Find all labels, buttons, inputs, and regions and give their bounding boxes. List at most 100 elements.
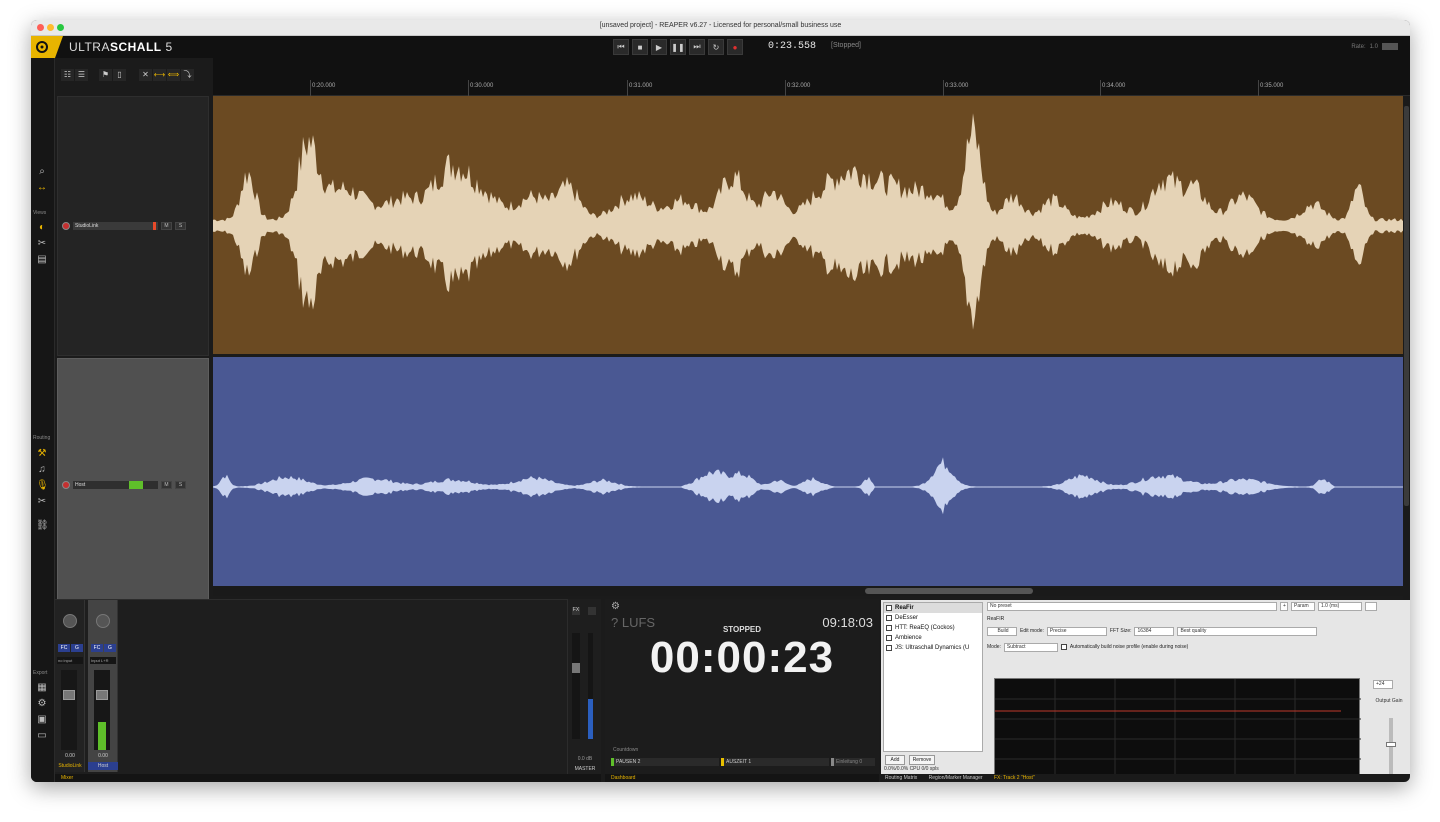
playrate[interactable]: Rate: 1.0 bbox=[1351, 43, 1398, 50]
track-2-mute-button[interactable]: M bbox=[161, 480, 172, 489]
routing-mic-icon[interactable]: 🎙 bbox=[36, 480, 49, 492]
view-setup-icon[interactable]: ◐ bbox=[36, 222, 48, 234]
grid-icon[interactable]: ☷ bbox=[61, 69, 74, 81]
fx-item[interactable]: HTT: ReaEQ (Cockos) bbox=[884, 623, 982, 633]
routing-link-icon[interactable]: ⛓ bbox=[36, 520, 49, 532]
view-edit-icon[interactable]: ✂ bbox=[36, 238, 48, 250]
track-2-name[interactable]: Host bbox=[73, 480, 158, 489]
vertical-scroll-thumb[interactable] bbox=[1404, 106, 1409, 506]
fader-cap[interactable] bbox=[63, 690, 75, 700]
pan-knob[interactable] bbox=[96, 614, 110, 628]
gear-icon[interactable]: ⚙ bbox=[611, 601, 620, 612]
master-fader-cap[interactable] bbox=[572, 663, 580, 673]
fx-enable-checkbox[interactable] bbox=[886, 645, 892, 651]
output-gain-handle[interactable] bbox=[1386, 742, 1396, 747]
region-icon[interactable]: ▯ bbox=[113, 69, 126, 81]
volume-fader[interactable] bbox=[94, 670, 110, 750]
routing-wrench-icon[interactable]: ⚒ bbox=[36, 448, 48, 460]
master-fader[interactable] bbox=[572, 633, 580, 739]
fx-chain-list[interactable]: ReaFir DeEsser HTT: ReaEQ (Cockos) Ambie… bbox=[883, 602, 983, 752]
fx-remove-button[interactable]: Remove bbox=[909, 755, 935, 765]
quality-select[interactable]: Best quality bbox=[1177, 626, 1318, 636]
fft-size-select[interactable]: 16384 bbox=[1134, 626, 1175, 636]
fx-enable-checkbox[interactable] bbox=[886, 615, 892, 621]
fx-window-tab[interactable]: FX: Track 2 "Host" bbox=[994, 775, 1035, 781]
vertical-scrollbar[interactable] bbox=[1403, 96, 1410, 608]
region-manager-tab[interactable]: Region/Marker Manager bbox=[929, 775, 983, 781]
horizontal-scrollbar[interactable] bbox=[213, 586, 1410, 596]
view-storyboard-icon[interactable]: ▤ bbox=[36, 254, 48, 266]
fx-button[interactable]: FC bbox=[58, 644, 70, 652]
preset-add-button[interactable]: + bbox=[1280, 602, 1288, 611]
mixer-strip-studiolink[interactable]: FC G no input 0.00 StudioLink bbox=[55, 600, 85, 772]
track-lane-2[interactable] bbox=[213, 357, 1403, 586]
mode-select[interactable]: Subtract bbox=[1003, 642, 1058, 652]
track-header-1[interactable]: StudioLink M S bbox=[57, 96, 209, 356]
track-1-name[interactable]: StudioLink bbox=[73, 221, 158, 230]
preset-select[interactable]: No preset bbox=[987, 602, 1277, 611]
wet-field[interactable]: 1.0 (ms) bbox=[1318, 602, 1362, 611]
marker-icon[interactable]: ⚑ bbox=[99, 69, 112, 81]
ripple-all-icon[interactable]: ⟺ bbox=[167, 69, 180, 81]
track-header-2[interactable]: Host M S bbox=[57, 358, 209, 608]
input-select[interactable]: no input bbox=[57, 657, 83, 664]
zoom-icon[interactable]: ⌕ bbox=[36, 166, 48, 178]
mixer-tab[interactable]: Mixer bbox=[61, 774, 73, 782]
dashboard-tab[interactable]: Dashboard bbox=[611, 774, 635, 782]
marker-auszeit[interactable]: AUSZEIT 1 bbox=[721, 758, 829, 766]
master-strip[interactable]: FX 0.0 dB MASTER bbox=[567, 599, 601, 774]
fx-add-button[interactable]: Add bbox=[885, 755, 905, 765]
marker-pausen[interactable]: PAUSEN 2 bbox=[611, 758, 719, 766]
pan-knob[interactable] bbox=[63, 614, 77, 628]
param-button[interactable]: Param bbox=[1291, 602, 1315, 611]
fx-enable-checkbox[interactable] bbox=[886, 625, 892, 631]
export-render-icon[interactable]: ▣ bbox=[36, 714, 48, 726]
marker-einleitung[interactable]: Einleitung 0 bbox=[831, 758, 875, 766]
track-1-solo-button[interactable]: S bbox=[175, 221, 186, 230]
routing-music-icon[interactable]: ♫ bbox=[36, 464, 48, 476]
arrange-view[interactable] bbox=[213, 96, 1403, 608]
record-arm-icon[interactable] bbox=[62, 221, 70, 230]
play-icon[interactable]: ▶ bbox=[651, 39, 667, 55]
horizontal-scroll-thumb[interactable] bbox=[865, 588, 1033, 594]
track-2-solo-button[interactable]: S bbox=[175, 480, 186, 489]
output-gain-slider[interactable] bbox=[1386, 718, 1396, 780]
level-field[interactable]: +24 bbox=[1373, 680, 1393, 689]
snap-icon[interactable]: ⤵ bbox=[181, 69, 194, 81]
fx-button[interactable]: FC bbox=[91, 644, 103, 652]
routing-cut-icon[interactable]: ✂ bbox=[36, 496, 48, 508]
split-icon[interactable]: ✕ bbox=[139, 69, 152, 81]
edit-mode-select[interactable]: Precise bbox=[1046, 626, 1107, 636]
repeat-icon[interactable]: ↻ bbox=[708, 39, 724, 55]
fx-item[interactable]: ReaFir bbox=[884, 603, 982, 613]
timeline-ruler[interactable]: 0:20.000 0:30.000 0:31.000 0:32.000 0:33… bbox=[213, 58, 1410, 96]
frequency-graph[interactable] bbox=[994, 678, 1361, 782]
fx-bypass-button[interactable]: G bbox=[104, 644, 116, 652]
record-arm-icon[interactable] bbox=[62, 480, 70, 489]
fx-bypass-button[interactable]: G bbox=[71, 644, 83, 652]
mixer-strip-host[interactable]: FC G Input L+R 0.00 Host bbox=[88, 600, 118, 772]
pause-icon[interactable]: ❚❚ bbox=[670, 39, 686, 55]
fx-item[interactable]: Ambience bbox=[884, 633, 982, 643]
export-chapters-icon[interactable]: ▦ bbox=[36, 682, 48, 694]
fx-enable-checkbox[interactable] bbox=[886, 635, 892, 641]
auto-build-checkbox[interactable] bbox=[1060, 644, 1067, 650]
input-select[interactable]: Input L+R bbox=[90, 657, 116, 664]
fx-bypass-checkbox[interactable] bbox=[1365, 602, 1377, 611]
track-1-mute-button[interactable]: M bbox=[161, 221, 172, 230]
fader-cap[interactable] bbox=[96, 690, 108, 700]
volume-fader[interactable] bbox=[61, 670, 77, 750]
export-folder-icon[interactable]: ▭ bbox=[36, 730, 48, 742]
fx-enable-checkbox[interactable] bbox=[886, 605, 892, 611]
master-fx-button[interactable]: FX bbox=[572, 607, 580, 615]
record-icon[interactable]: ● bbox=[727, 39, 743, 55]
skip-end-icon[interactable]: ⏭ bbox=[689, 39, 705, 55]
fx-item[interactable]: JS: Ultraschall Dynamics (U bbox=[884, 643, 982, 653]
export-settings-icon[interactable]: ⚙ bbox=[36, 698, 48, 710]
list-icon[interactable]: ☰ bbox=[75, 69, 88, 81]
master-power-icon[interactable] bbox=[588, 607, 596, 615]
skip-start-icon[interactable]: ⏮ bbox=[613, 39, 629, 55]
build-button[interactable]: Build bbox=[987, 626, 1017, 636]
follow-icon[interactable]: ↔ bbox=[36, 182, 48, 194]
rate-slider[interactable] bbox=[1382, 43, 1398, 50]
